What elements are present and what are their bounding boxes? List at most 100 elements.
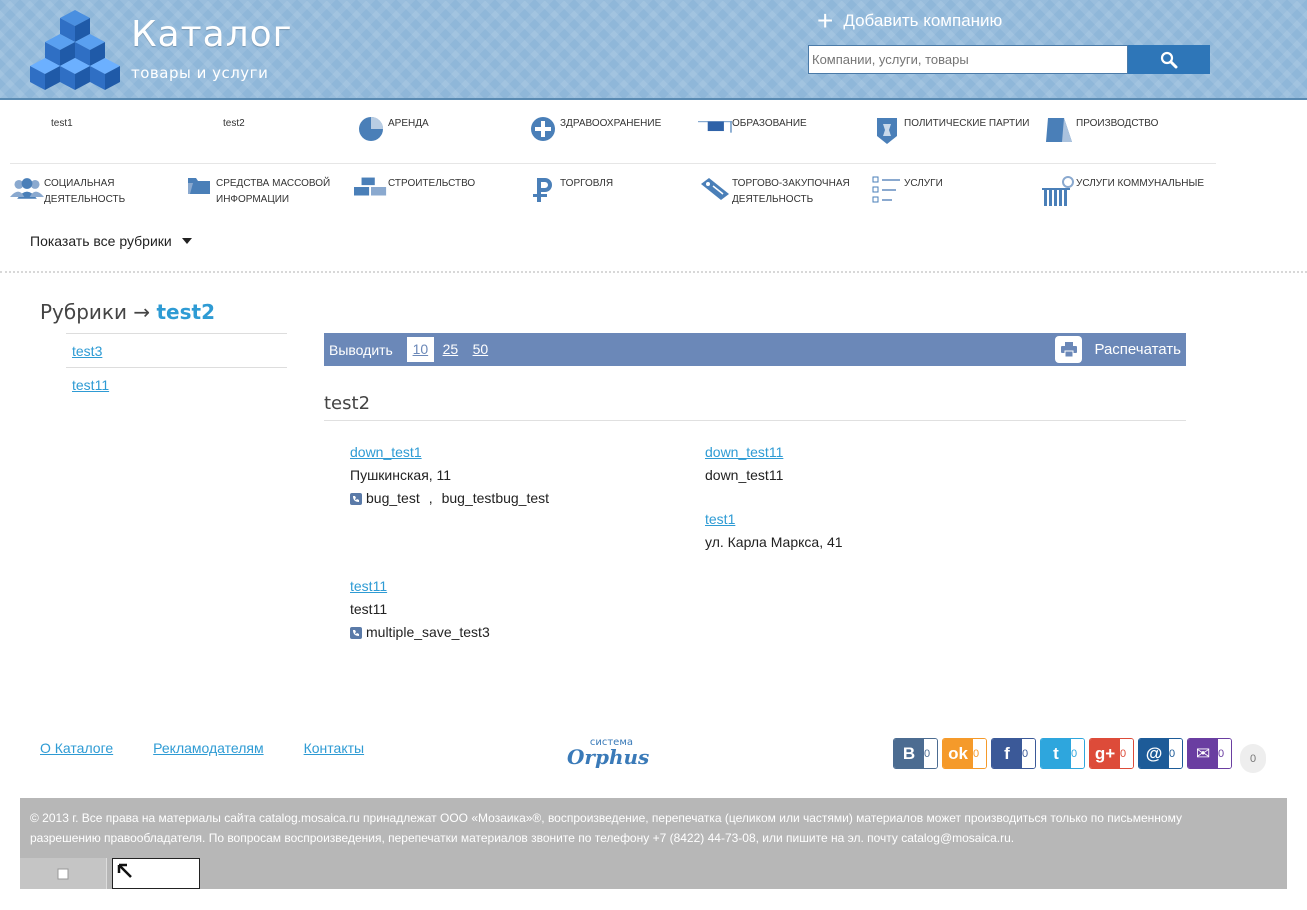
- orphus-logo[interactable]: система Orphus: [567, 737, 649, 769]
- per-page-25[interactable]: 25: [437, 337, 464, 362]
- search-input[interactable]: [808, 45, 1128, 74]
- share-button[interactable]: В0: [893, 738, 938, 769]
- firm-address: Пушкинская, 11: [350, 467, 452, 483]
- footer-link-about[interactable]: О Каталоге: [40, 740, 113, 756]
- category-label: Торговля: [560, 178, 614, 189]
- category-label: test1: [51, 118, 73, 129]
- share-button[interactable]: ok 0: [942, 738, 987, 769]
- people-icon: [10, 176, 44, 204]
- plus-icon: +: [817, 5, 834, 36]
- firm-card: down_test1 Пушкинская, 11 bug_test , bug…: [350, 441, 549, 510]
- category-spacer: [182, 116, 216, 144]
- category-social[interactable]: Социальная деятельность: [10, 164, 182, 224]
- per-page-50[interactable]: 50: [467, 337, 494, 362]
- category-grid: test1 test2 Аренда Здравоохранение Образ…: [10, 104, 1216, 224]
- firm-phones: multiple_save_test3: [350, 621, 490, 644]
- list-item: test11: [66, 367, 287, 401]
- counter-image[interactable]: [20, 858, 107, 889]
- category-media[interactable]: Средства массовой информации: [182, 164, 354, 224]
- category-production[interactable]: Производство: [1042, 104, 1214, 163]
- header: Каталог товары и услуги + Добавить компа…: [0, 0, 1307, 100]
- show-all-rubrics-toggle[interactable]: Показать все рубрики: [30, 233, 192, 249]
- category-trade[interactable]: Торговля: [526, 164, 698, 224]
- search-button[interactable]: [1128, 45, 1210, 74]
- medical-cross-icon: [526, 116, 560, 144]
- share-count: 0: [1120, 739, 1133, 768]
- share-button[interactable]: f0: [991, 738, 1036, 769]
- factory-icon: [1042, 116, 1076, 144]
- share-count: 0: [1169, 739, 1182, 768]
- category-label: Строительство: [388, 178, 476, 189]
- firm-name-link[interactable]: down_test11: [705, 444, 783, 460]
- category-rent[interactable]: Аренда: [354, 104, 526, 163]
- category-test1[interactable]: test1: [10, 104, 182, 163]
- search-icon: [1160, 51, 1178, 68]
- arrow-up-left-icon: [117, 863, 132, 878]
- category-label: Услуги: [904, 178, 943, 189]
- category-construction[interactable]: Строительство: [354, 164, 526, 224]
- category-label: Социальная деятельность: [44, 178, 126, 205]
- footer-link-advertisers[interactable]: Рекламодателям: [153, 740, 263, 756]
- category-parties[interactable]: Политические партии: [870, 104, 1042, 163]
- subrubric-link[interactable]: test3: [72, 343, 102, 359]
- firm-address: test11: [350, 601, 388, 617]
- media-folder-icon: [182, 176, 216, 204]
- pie-chart-icon: [354, 116, 388, 144]
- share-count: 0: [973, 739, 986, 768]
- category-wholesale[interactable]: Торгово-закупочная деятельность: [698, 164, 870, 224]
- firm-name-link[interactable]: down_test1: [350, 444, 422, 460]
- category-education[interactable]: Образование: [698, 104, 870, 163]
- google-plus-icon: g+: [1090, 739, 1120, 768]
- counter-widget[interactable]: [112, 858, 200, 889]
- category-test2[interactable]: test2: [182, 104, 354, 163]
- copyright: © 2013 г. Все права на материалы сайта c…: [20, 798, 1287, 889]
- share-button[interactable]: @0: [1138, 738, 1183, 769]
- tag-icon: [698, 176, 732, 204]
- add-company-button[interactable]: + Добавить компанию: [817, 5, 1002, 36]
- share-button[interactable]: ✉ 0: [1187, 738, 1232, 769]
- category-spacer: [10, 116, 44, 144]
- subrubric-link[interactable]: test11: [72, 377, 109, 393]
- per-page-10[interactable]: 10: [406, 337, 434, 362]
- email-icon: ✉: [1188, 739, 1218, 768]
- broken-image-icon: [57, 868, 69, 879]
- category-label: Торгово-закупочная деятельность: [732, 178, 850, 205]
- firm-address: down_test11: [705, 467, 784, 483]
- mailru-icon: @: [1139, 739, 1169, 768]
- show-per-page-label: Выводить: [329, 341, 393, 358]
- footer-link-contacts[interactable]: Контакты: [304, 740, 364, 756]
- share-count: 0: [1218, 739, 1231, 768]
- share-button[interactable]: t0: [1040, 738, 1085, 769]
- share-count: 0: [1022, 739, 1035, 768]
- ruble-icon: [526, 176, 560, 204]
- list-item: test3: [66, 333, 287, 367]
- category-label: Производство: [1076, 118, 1159, 129]
- print-label: Распечатать: [1094, 341, 1181, 358]
- section-title: test2: [324, 393, 1186, 421]
- breadcrumb-root[interactable]: Рубрики: [40, 300, 127, 324]
- category-label: Аренда: [388, 118, 429, 129]
- emblem-icon: [870, 116, 904, 144]
- twitter-icon: t: [1041, 739, 1071, 768]
- firm-card: down_test11 down_test11: [705, 441, 783, 487]
- firm-name-link[interactable]: test11: [350, 578, 387, 594]
- share-button[interactable]: g+ 0: [1089, 738, 1134, 769]
- category-utilities[interactable]: Услуги коммунальные: [1042, 164, 1214, 224]
- copyright-line: разрешению правообладателя. По вопросам …: [30, 831, 1015, 845]
- facebook-icon: f: [992, 739, 1022, 768]
- logo-subtitle: товары и услуги: [131, 64, 269, 82]
- print-button[interactable]: Распечатать: [1055, 336, 1181, 363]
- share-buttons: В 0 ok 0 f 0 t 0 g+ 0 @0 ✉ 0: [893, 738, 1232, 769]
- category-services[interactable]: Услуги: [870, 164, 1042, 224]
- firm-phone: multiple_save_test3: [366, 624, 490, 640]
- category-row: Социальная деятельность Средства массово…: [10, 164, 1216, 224]
- firm-card: test1 ул. Карла Маркса, 41: [705, 508, 843, 554]
- phone-icon: [350, 626, 362, 639]
- firm-name-link[interactable]: test1: [705, 511, 735, 527]
- printer-icon: [1055, 336, 1083, 363]
- breadcrumb: Рубрики → test2: [40, 300, 215, 324]
- share-count: 0: [924, 739, 937, 768]
- category-health[interactable]: Здравоохранение: [526, 104, 698, 163]
- category-row: test1 test2 Аренда Здравоохранение Образ…: [10, 104, 1216, 164]
- breadcrumb-arrow: →: [133, 300, 151, 324]
